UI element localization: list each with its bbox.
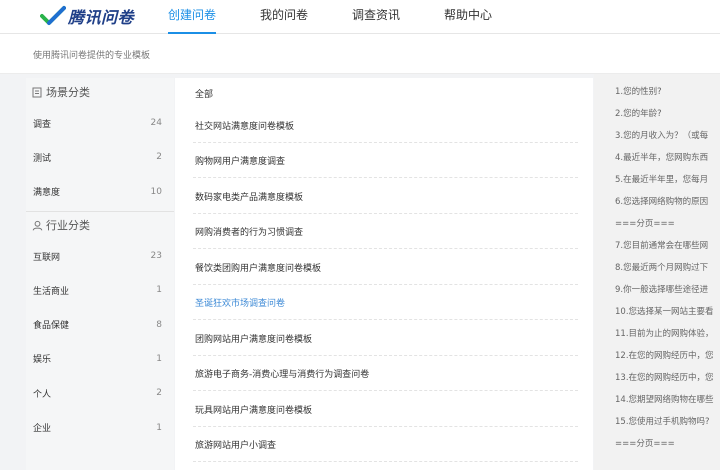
preview-question: 10.您选择某一网站主要看 — [615, 307, 714, 317]
nav-survey-news[interactable]: 调查资讯 — [352, 0, 400, 34]
divider — [193, 213, 578, 214]
category-label: 测试 — [33, 153, 52, 164]
sidebar-item-entertainment[interactable]: 娱乐 1 — [26, 342, 174, 376]
industry-category-title: 行业分类 — [26, 210, 174, 239]
template-item[interactable]: 网购消费者的行为习惯调查 — [195, 225, 575, 238]
category-count: 2 — [156, 388, 162, 399]
divider — [193, 461, 578, 462]
category-label: 食品保健 — [33, 321, 70, 332]
user-icon — [32, 220, 43, 231]
preview-question: 5.在最近半年里，您每月 — [615, 175, 709, 185]
category-count: 1 — [156, 353, 162, 364]
industry-category-label: 行业分类 — [46, 219, 90, 233]
category-label: 生活商业 — [33, 286, 70, 297]
list-icon — [32, 87, 42, 97]
category-label: 娱乐 — [33, 355, 52, 366]
preview-question: 14.您期望网络购物在哪些 — [615, 395, 714, 405]
preview-question: 4.最近半年，您网购东西 — [615, 153, 709, 163]
nav-my-surveys[interactable]: 我的问卷 — [260, 0, 308, 34]
sub-header: 使用腾讯问卷提供的专业模板 — [0, 34, 720, 74]
sidebar-item-life-business[interactable]: 生活商业 1 — [26, 273, 174, 307]
sidebar-item-food-health[interactable]: 食品保健 8 — [26, 307, 174, 341]
category-count: 1 — [156, 285, 162, 296]
category-count: 10 — [150, 186, 162, 197]
template-item[interactable]: 团购网站用户满意度问卷模板 — [195, 332, 575, 345]
sidebar-item-internet[interactable]: 互联网 23 — [26, 239, 174, 273]
template-item[interactable]: 购物网用户满意度调查 — [195, 154, 575, 167]
divider — [193, 142, 578, 143]
nav-create-survey[interactable]: 创建问卷 — [168, 0, 217, 34]
template-item[interactable]: 餐饮类团购用户满意度问卷模板 — [195, 261, 575, 274]
category-count: 8 — [156, 319, 162, 330]
preview-question: 11.目前为止的网购体验， — [615, 329, 714, 339]
preview-question: 1.您的性别? — [615, 87, 662, 97]
page-subtitle: 使用腾讯问卷提供的专业模板 — [33, 51, 151, 61]
preview-question: 13.在您的网购经历中，您 — [615, 373, 714, 383]
category-count: 1 — [156, 422, 162, 433]
logo-text: 腾讯问卷 — [68, 8, 135, 27]
main-nav: 创建问卷 我的问卷 调查资讯 帮助中心 — [168, 0, 536, 34]
category-label: 个人 — [33, 389, 52, 400]
sidebar-item-personal[interactable]: 个人 2 — [26, 376, 174, 410]
preview-question: 7.您目前通常会在哪些网 — [615, 241, 709, 251]
category-count: 2 — [156, 152, 162, 163]
sidebar-item-enterprise[interactable]: 企业 1 — [26, 410, 174, 444]
category-count: 23 — [150, 251, 162, 262]
category-label: 满意度 — [33, 188, 61, 199]
preview-page-break: ===分页=== — [615, 439, 675, 449]
sidebar-item-test[interactable]: 测试 2 — [26, 140, 174, 174]
preview-question: 6.您选择网络购物的原因 — [615, 197, 709, 207]
template-item[interactable]: 社交网站满意度问卷模板 — [195, 119, 575, 132]
divider — [193, 390, 578, 391]
divider — [193, 177, 578, 178]
divider — [193, 284, 578, 285]
divider — [193, 319, 578, 320]
scene-category-title: 场景分类 — [26, 78, 174, 106]
category-sidebar: 场景分类 调查 24 测试 2 满意度 10 行业分类 互联网 23 生活商业 1 食品保… — [26, 78, 174, 470]
template-all[interactable]: 全部 — [195, 87, 575, 100]
template-item[interactable]: 旅游电子商务-消费心理与消费行为调查问卷 — [195, 367, 575, 380]
category-label: 企业 — [33, 424, 52, 435]
category-label: 调查 — [33, 119, 52, 130]
nav-help-center[interactable]: 帮助中心 — [444, 0, 492, 34]
category-label: 互联网 — [33, 252, 61, 263]
template-item[interactable]: 玩具网站用户满意度问卷模板 — [195, 403, 575, 416]
template-item[interactable]: 旅游网站用户小调查 — [195, 438, 575, 451]
template-list: 全部 社交网站满意度问卷模板 购物网用户满意度调查 数码家电类产品满意度模板 网… — [175, 78, 593, 470]
category-count: 24 — [150, 118, 162, 129]
template-preview[interactable]: 1.您的性别? 2.您的年龄? 3.您的月收入为？（或每 4.最近半年，您网购东… — [594, 74, 720, 470]
preview-question: 8.您最近两个月网购过下 — [615, 263, 709, 273]
logo-check-icon — [40, 6, 66, 25]
template-item-highlighted[interactable]: 圣诞狂欢市场调查问卷 — [195, 296, 575, 309]
divider — [193, 426, 578, 427]
template-item[interactable]: 数码家电类产品满意度模板 — [195, 190, 575, 203]
preview-question: 3.您的月收入为？（或每 — [615, 131, 709, 141]
top-bar: 腾讯问卷 创建问卷 我的问卷 调查资讯 帮助中心 — [0, 0, 720, 34]
sidebar-item-survey[interactable]: 调查 24 — [26, 106, 174, 140]
divider — [193, 248, 578, 249]
logo[interactable]: 腾讯问卷 — [40, 4, 134, 28]
divider — [193, 355, 578, 356]
preview-question: 2.您的年龄? — [615, 109, 662, 119]
preview-question: 15.您使用过手机购物吗? — [615, 417, 710, 427]
sidebar-item-satisfaction[interactable]: 满意度 10 — [26, 175, 174, 209]
preview-question: 12.在您的网购经历中，您 — [615, 351, 714, 361]
preview-page-break: ===分页=== — [615, 219, 675, 229]
preview-question: 9.你一般选择哪些途径进 — [615, 285, 709, 295]
scene-category-label: 场景分类 — [46, 86, 90, 99]
